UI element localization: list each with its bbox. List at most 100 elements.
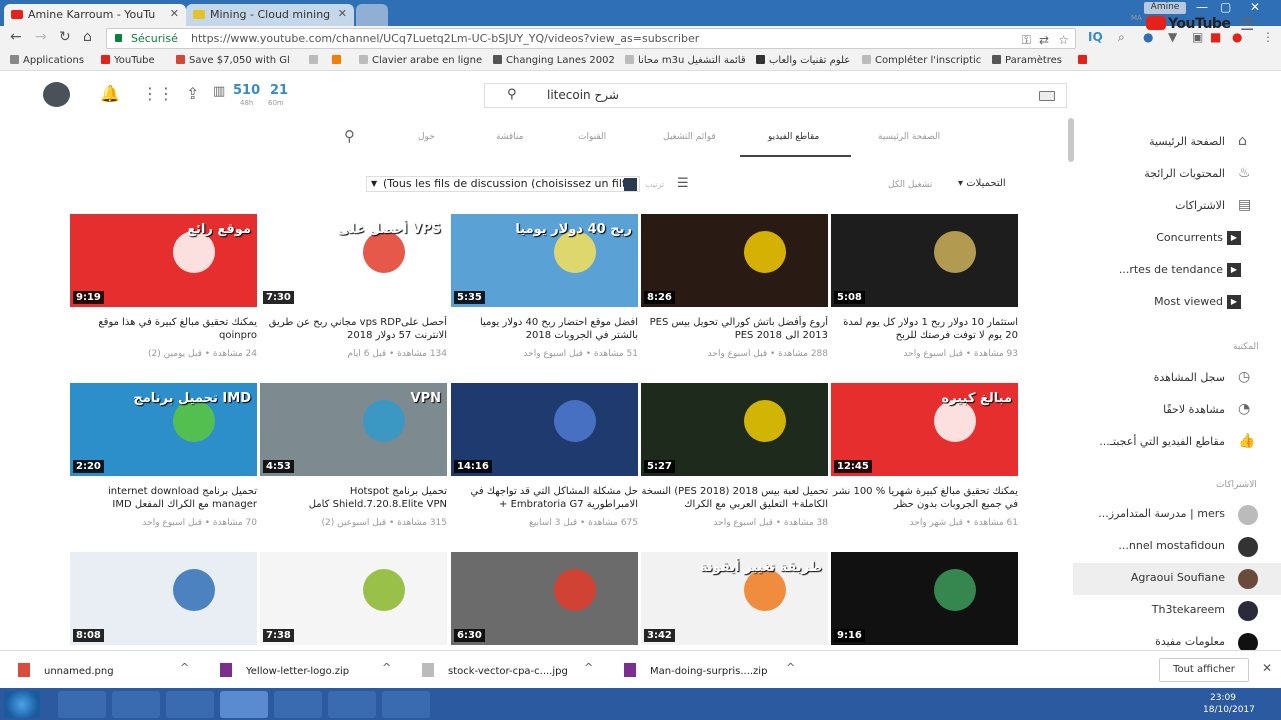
video-thumbnail[interactable]: 8:26 xyxy=(641,214,828,307)
video-thumbnail[interactable]: VPN 4:53 xyxy=(260,383,447,476)
video-card[interactable]: 5:27 تحميل لعبة بيس 2018 (PES 2018) النسخ… xyxy=(641,383,828,545)
account-avatar[interactable] xyxy=(43,82,70,107)
video-title[interactable]: حل مشكلة المشاكل التي قد تواجهك في الامب… xyxy=(451,485,638,511)
bookmark-games[interactable]: علوم تقنيات والعاب xyxy=(756,55,850,66)
video-card[interactable]: 9:16 xyxy=(831,552,1018,647)
video-title[interactable]: يمكنك تحقيق مبالغ كبيرة في هذا موقع qoin… xyxy=(70,316,257,342)
video-card[interactable]: VPN 4:53 تحميل برنامج Hotspot Shield.7.20.… xyxy=(260,383,447,545)
video-card[interactable]: 8:26 أروع وأفضل باتش كورالي تحويل بيس PES… xyxy=(641,214,828,376)
bookmark-youtube-2[interactable] xyxy=(1078,55,1091,66)
new-tab-button[interactable] xyxy=(356,4,388,26)
sidebar-subscription[interactable]: Agraoui Soufiane xyxy=(1073,563,1281,595)
bookmark-youtube[interactable]: YouTube xyxy=(101,55,155,66)
video-card[interactable]: ربح 40 دولار يوميا 5:35 افضل موقع احتضار ر… xyxy=(451,214,638,376)
sidebar-item-most-viewed[interactable]: Most viewed ▶ xyxy=(1073,287,1281,319)
sidebar-item-tendance[interactable]: ...rtes de tendance ▶ xyxy=(1073,255,1281,287)
sort-icon[interactable]: ☰ xyxy=(677,176,689,191)
tab-close-icon[interactable]: ✕ xyxy=(338,7,347,20)
video-card[interactable]: 6:30 xyxy=(451,552,638,647)
discussion-filter-select[interactable]: ▼ (Tous les fils de discussion (choisiss… xyxy=(366,176,640,192)
home-icon[interactable]: ⌂ xyxy=(83,29,92,45)
url-bar[interactable]: Sécurisé https://www.youtube.com/channel… xyxy=(106,28,1076,49)
play-all-link[interactable]: تشغيل الكل xyxy=(888,180,932,190)
bookmark-clavier[interactable]: Clavier arabe en ligne xyxy=(359,55,482,66)
video-card[interactable]: 14:16 حل مشكلة المشاكل التي قد تواجهك في … xyxy=(451,383,638,545)
system-clock[interactable]: 23:09 18/10/2017 xyxy=(1203,692,1255,716)
tab-discussion[interactable]: مناقشة xyxy=(496,132,523,142)
bookmark-inscription[interactable]: Compléter l'inscriptic xyxy=(862,55,981,66)
video-thumbnail[interactable]: ربح 40 دولار يوميا 5:35 xyxy=(451,214,638,307)
tab-about[interactable]: حول xyxy=(418,132,435,142)
channel-search-icon[interactable]: ⚲ xyxy=(344,127,355,145)
video-card[interactable]: تحميل برنامج IMD 2:20 تحميل برنامج interne… xyxy=(70,383,257,545)
video-thumbnail[interactable]: طريقة تغيير أيقونة 3:42 xyxy=(641,552,828,645)
sidebar-subscription[interactable]: ...nnel mostafidoun xyxy=(1073,531,1281,563)
video-thumbnail[interactable]: 5:27 xyxy=(641,383,828,476)
download-chevron-icon[interactable]: ^ xyxy=(584,661,593,674)
video-thumbnail[interactable]: 8:08 xyxy=(70,552,257,645)
keyboard-icon[interactable] xyxy=(1039,91,1055,101)
bookmark-changing-lanes[interactable]: Changing Lanes 2002 xyxy=(493,55,615,66)
sidebar-subscription[interactable]: ...مدرسة المتدامرز | mers xyxy=(1073,499,1281,531)
extension-new-icon[interactable]: ■ xyxy=(1210,30,1221,44)
close-downloads-icon[interactable]: ✕ xyxy=(1262,661,1272,675)
sidebar-item-history[interactable]: سجل المشاهدة ◷ xyxy=(1073,363,1281,395)
tab-home[interactable]: الصفحة الرئيسية xyxy=(878,132,940,142)
taskbar-camtasia-icon[interactable] xyxy=(328,691,376,718)
video-thumbnail[interactable]: أحصل على VPS 7:30 xyxy=(260,214,447,307)
download-item[interactable]: stock-vector-cpa-c....jpg xyxy=(422,663,568,677)
download-chevron-icon[interactable]: ^ xyxy=(382,661,391,674)
bookmark-applications[interactable]: Applications xyxy=(10,55,84,66)
video-card[interactable]: أحصل على VPS 7:30 أحصل علىvps RDP مجاني رب… xyxy=(260,214,447,376)
video-card[interactable]: 7:38 xyxy=(260,552,447,647)
uploads-dropdown[interactable]: ▾ التحميلات xyxy=(958,178,1006,189)
video-thumbnail[interactable]: 5:08 xyxy=(831,214,1018,307)
video-title[interactable]: تحميل لعبة بيس 2018 (PES 2018) النسخة ال… xyxy=(641,485,829,511)
analytics-icon[interactable]: ▥ xyxy=(213,84,225,99)
extension-download-icon[interactable]: ▼ xyxy=(1168,30,1177,44)
download-item[interactable]: Man-doing-surpris....zip xyxy=(624,663,767,677)
reload-icon[interactable]: ↻ xyxy=(59,29,71,45)
video-thumbnail[interactable]: موقع رائع 9:19 xyxy=(70,214,257,307)
minimize-button[interactable]: — xyxy=(1196,0,1208,14)
bookmark-blogger[interactable] xyxy=(332,55,345,66)
taskbar-media-icon[interactable] xyxy=(166,691,214,718)
taskbar-photoshop-icon[interactable] xyxy=(274,691,322,718)
tab-close-icon[interactable]: ✕ xyxy=(170,7,179,20)
browser-tab-youtube[interactable]: Amine Karroum - YouTu ✕ xyxy=(4,4,186,26)
video-thumbnail[interactable]: 14:16 xyxy=(451,383,638,476)
url-text[interactable]: https://www.youtube.com/channel/UCq7Luet… xyxy=(191,32,699,45)
video-title[interactable]: استثمار 10 دولار ربح 1 دولار كل يوم لمدة… xyxy=(831,316,1018,342)
notifications-bell-icon[interactable]: 🔔 xyxy=(100,84,120,103)
video-title[interactable]: افضل موقع احتضار ربح 40 دولار يوميا بالش… xyxy=(451,316,638,342)
taskbar-explorer-icon[interactable] xyxy=(112,691,160,718)
tab-playlists[interactable]: قوائم التشغيل xyxy=(663,132,716,142)
youtube-logo[interactable]: YouTube xyxy=(1146,16,1231,32)
back-arrow-icon[interactable]: ← xyxy=(10,29,22,45)
browser-tab-mining[interactable]: Mining - Cloud mining ✕ xyxy=(186,4,354,26)
bookmark-parametres[interactable]: Paramètres xyxy=(992,55,1062,66)
bookmark-gmail[interactable]: Save $7,050 with Gl xyxy=(176,55,290,66)
download-item[interactable]: Yellow-letter-logo.zip xyxy=(220,663,349,677)
video-card[interactable]: مبالغ كبيره 12:45 يمكنك تحقيق مبالغ كبيرة … xyxy=(831,383,1018,545)
key-icon[interactable]: ⚿ xyxy=(1022,33,1031,48)
window-user-badge[interactable]: Amine xyxy=(1144,2,1186,14)
video-title[interactable]: تحميل برنامج Hotspot Shield.7.20.8.Elite… xyxy=(260,485,447,511)
video-title[interactable]: أحصل علىvps RDP مجاني ربح عن طريق الانتر… xyxy=(260,316,447,342)
sidebar-item-concurrents[interactable]: Concurrents ▶ xyxy=(1073,223,1281,255)
maximize-button[interactable]: ▢ xyxy=(1220,0,1231,14)
sidebar-item-trending[interactable]: المحتويات الرائجة ♨ xyxy=(1073,159,1281,191)
extension-search-icon[interactable]: ⌕ xyxy=(1118,30,1125,45)
sidebar-subscription[interactable]: Th3tekareem xyxy=(1073,595,1281,627)
video-card[interactable]: موقع رائع 9:19 يمكنك تحقيق مبالغ كبيرة في … xyxy=(70,214,257,376)
video-card[interactable]: طريقة تغيير أيقونة 3:42 xyxy=(641,552,828,647)
apps-grid-icon[interactable]: ⋮⋮ xyxy=(142,84,174,103)
video-thumbnail[interactable]: 9:16 xyxy=(831,552,1018,645)
video-title[interactable]: يمكنك تحقيق مبالغ كبيرة شهريا % 100 نشر … xyxy=(831,485,1018,511)
video-title[interactable]: أروع وأفضل باتش كورالي تحويل بيس PES 201… xyxy=(641,316,828,342)
search-box[interactable]: ⚲ litecoin شرح xyxy=(484,83,1067,108)
download-chevron-icon[interactable]: ^ xyxy=(180,661,189,674)
forward-arrow-icon[interactable]: → xyxy=(35,29,47,45)
tab-channels[interactable]: القنوات xyxy=(578,132,606,142)
show-all-downloads-button[interactable]: Tout afficher xyxy=(1159,658,1249,682)
